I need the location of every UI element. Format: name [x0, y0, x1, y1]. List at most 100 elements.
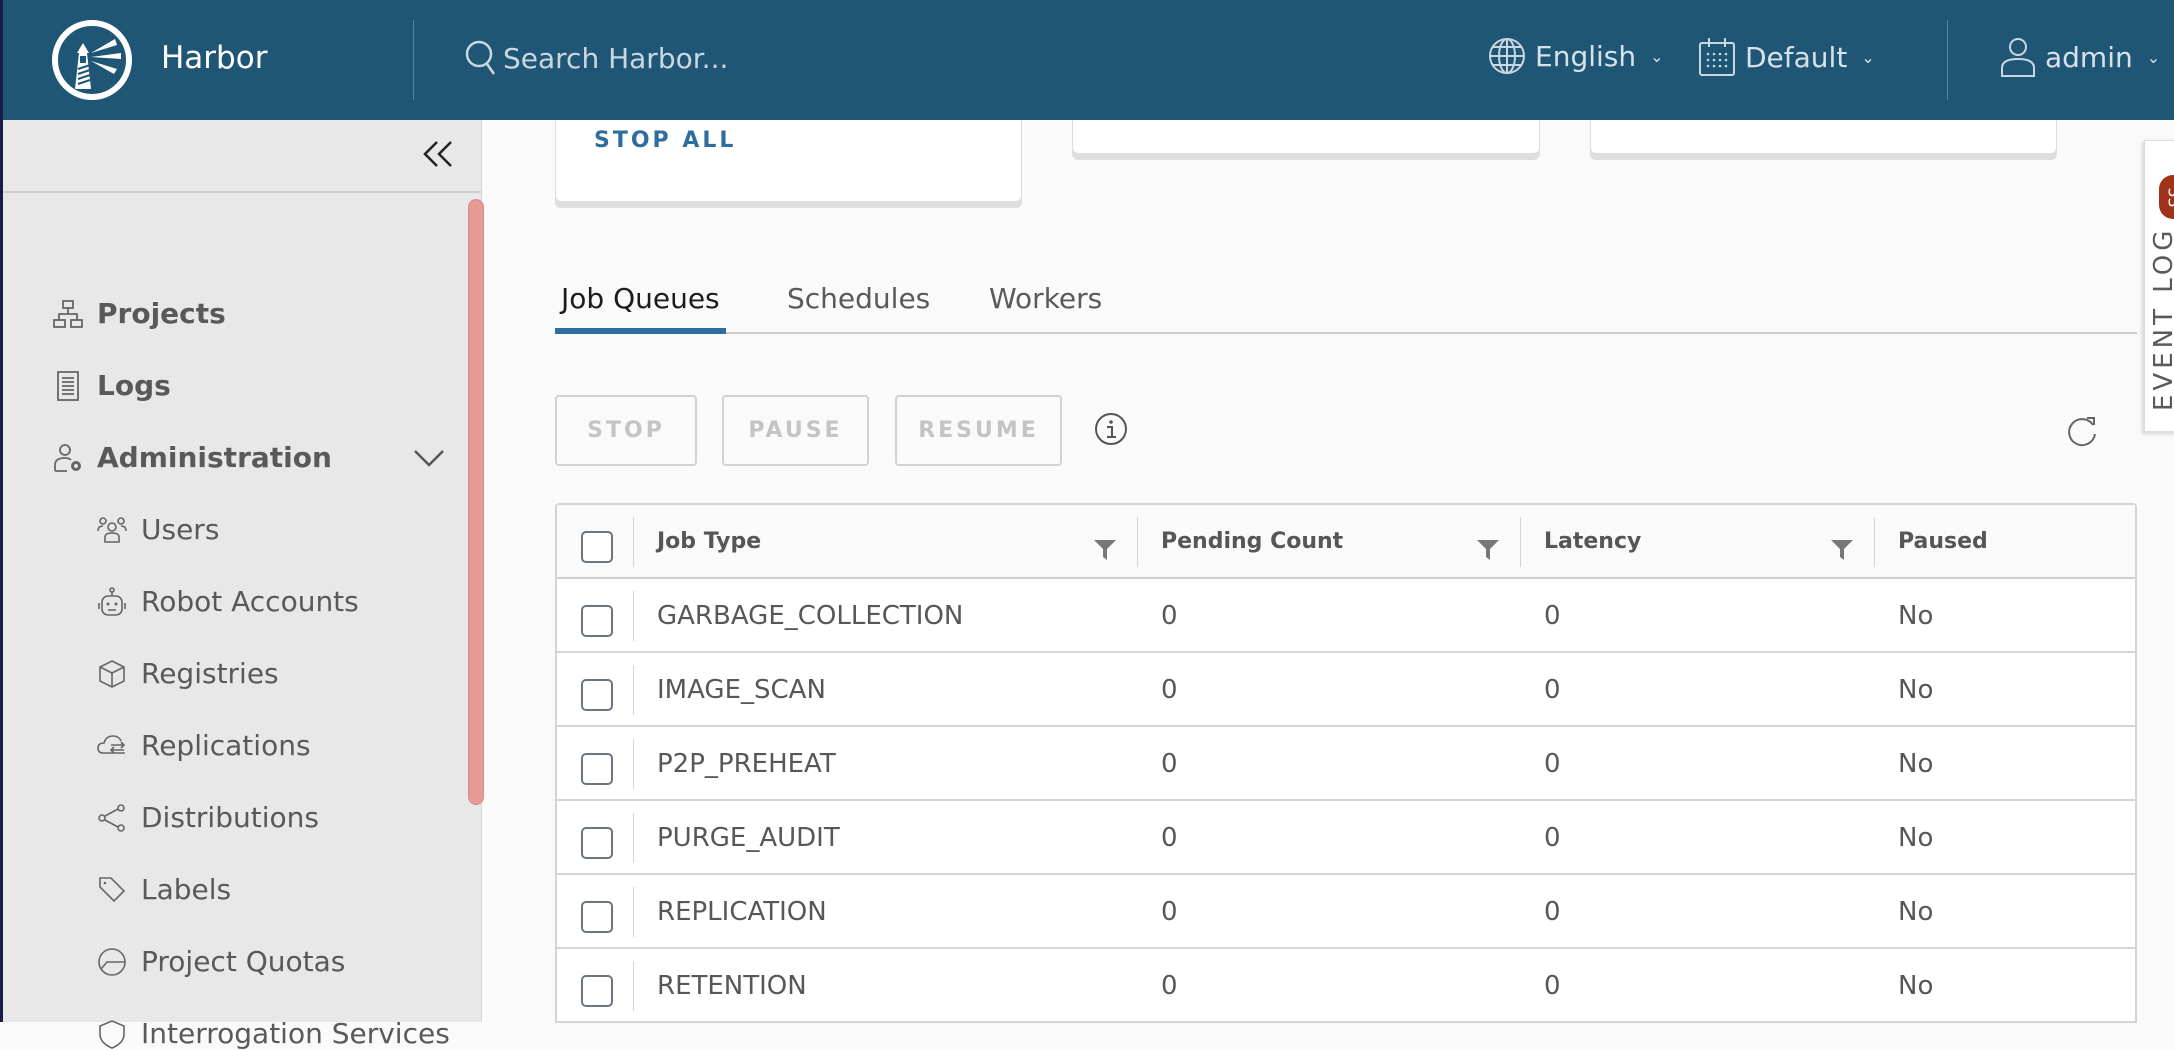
- stop-all-button[interactable]: STOP ALL: [594, 128, 736, 153]
- distributions-icon: [98, 803, 125, 832]
- sidebar-item-replications[interactable]: Replications: [97, 729, 311, 762]
- header-divider: [413, 20, 414, 100]
- sidebar-item-distributions[interactable]: Distributions: [97, 801, 319, 834]
- language-selector[interactable]: English ⌄: [1487, 36, 1664, 76]
- stop-button[interactable]: STOP: [555, 395, 697, 466]
- sidebar-item-users[interactable]: Users: [97, 513, 219, 546]
- filter-icon[interactable]: [1093, 537, 1117, 561]
- cell-latency: 0: [1544, 675, 1561, 705]
- brand-name: Harbor: [161, 40, 268, 76]
- row-checkbox[interactable]: [581, 975, 613, 1007]
- project-quotas-icon: [98, 947, 126, 976]
- column-divider: [633, 739, 634, 789]
- sidebar-item-labels[interactable]: Labels: [97, 873, 231, 906]
- cell-job-type: PURGE_AUDIT: [657, 823, 840, 853]
- column-header-latency[interactable]: Latency: [1544, 529, 1641, 554]
- row-checkbox[interactable]: [581, 827, 613, 859]
- user-menu[interactable]: admin ⌄: [1999, 36, 2160, 78]
- top-header: Harbor English ⌄ Default ⌄ admin ⌄: [0, 0, 2174, 120]
- cell-paused: No: [1898, 971, 1934, 1001]
- event-log-tab[interactable]: 33 EVENT LOG: [2144, 140, 2174, 432]
- filter-icon[interactable]: [1476, 537, 1500, 561]
- tab-workers[interactable]: Workers: [989, 282, 1102, 334]
- administration-icon: [54, 443, 81, 472]
- sidebar-item-project-quotas[interactable]: Project Quotas: [97, 945, 345, 978]
- column-header-pending-count[interactable]: Pending Count: [1161, 529, 1343, 554]
- resume-button[interactable]: RESUME: [895, 395, 1062, 466]
- sidebar-item-projects[interactable]: Projects: [53, 297, 226, 330]
- info-icon[interactable]: [1094, 412, 1128, 446]
- sidebar-item-registries[interactable]: Registries: [97, 657, 279, 690]
- sidebar-item-label: Registries: [141, 657, 279, 690]
- column-header-job-type[interactable]: Job Type: [657, 529, 761, 554]
- sidebar-item-label: Users: [141, 513, 220, 546]
- table-row[interactable]: REPLICATION 0 0 No: [557, 875, 2135, 949]
- job-tabs: Job Queues Schedules Workers: [555, 282, 2137, 334]
- sidebar-item-label: Robot Accounts: [141, 585, 359, 618]
- robot-icon: [98, 586, 126, 616]
- cell-pending-count: 0: [1161, 971, 1178, 1001]
- cell-pending-count: 0: [1161, 897, 1178, 927]
- worker-card: [1590, 120, 2057, 154]
- search-icon: [465, 40, 496, 75]
- row-checkbox[interactable]: [581, 605, 613, 637]
- chevron-down-icon[interactable]: [413, 448, 445, 468]
- sidebar-item-administration[interactable]: Administration: [53, 441, 332, 474]
- refresh-icon[interactable]: [2066, 414, 2100, 448]
- row-checkbox[interactable]: [581, 679, 613, 711]
- cell-latency: 0: [1544, 749, 1561, 779]
- global-search[interactable]: [463, 38, 903, 78]
- theme-label: Default: [1745, 40, 1848, 74]
- cell-job-type: P2P_PREHEAT: [657, 749, 836, 779]
- tab-job-queues[interactable]: Job Queues: [555, 282, 726, 334]
- table-row[interactable]: RETENTION 0 0 No: [557, 949, 2135, 1023]
- job-service-card: STOP ALL: [555, 120, 1022, 202]
- sidebar-item-label: Project Quotas: [141, 945, 346, 978]
- double-chevron-left-icon[interactable]: [419, 134, 459, 174]
- column-divider: [1137, 517, 1138, 567]
- harbor-logo-icon[interactable]: [51, 19, 133, 101]
- sidebar-scrollbar[interactable]: [468, 199, 484, 805]
- tab-schedules[interactable]: Schedules: [787, 282, 930, 334]
- search-input[interactable]: [503, 41, 903, 75]
- column-divider: [633, 813, 634, 863]
- cell-paused: No: [1898, 675, 1934, 705]
- cell-paused: No: [1898, 823, 1934, 853]
- sidebar-item-label: Distributions: [141, 801, 319, 834]
- cell-pending-count: 0: [1161, 749, 1178, 779]
- cell-latency: 0: [1544, 601, 1561, 631]
- table-row[interactable]: GARBAGE_COLLECTION 0 0 No: [557, 579, 2135, 653]
- sidebar: Projects Logs Administration Users Robot…: [0, 120, 484, 1050]
- cell-job-type: RETENTION: [657, 971, 807, 1001]
- column-divider: [1520, 517, 1521, 567]
- column-divider: [633, 591, 634, 641]
- event-count: 33: [2164, 186, 2174, 208]
- labels-icon: [99, 876, 126, 902]
- sidebar-item-label: Replications: [141, 729, 311, 762]
- sidebar-item-label: Administration: [97, 441, 332, 474]
- table-row[interactable]: PURGE_AUDIT 0 0 No: [557, 801, 2135, 875]
- job-queues-table: Job Type Pending Count Latency Paused GA…: [555, 503, 2137, 1023]
- table-row[interactable]: P2P_PREHEAT 0 0 No: [557, 727, 2135, 801]
- column-divider: [1874, 517, 1875, 567]
- sidebar-item-logs[interactable]: Logs: [53, 369, 171, 402]
- header-divider: [1947, 20, 1948, 100]
- replications-icon: [97, 734, 126, 754]
- filter-icon[interactable]: [1830, 537, 1854, 561]
- pause-button[interactable]: PAUSE: [722, 395, 869, 466]
- row-checkbox[interactable]: [581, 901, 613, 933]
- select-all-checkbox[interactable]: [581, 531, 613, 563]
- cell-pending-count: 0: [1161, 823, 1178, 853]
- cell-pending-count: 0: [1161, 675, 1178, 705]
- column-divider: [633, 665, 634, 715]
- chevron-down-icon: ⌄: [2146, 47, 2161, 67]
- table-row[interactable]: IMAGE_SCAN 0 0 No: [557, 653, 2135, 727]
- row-checkbox[interactable]: [581, 753, 613, 785]
- registries-icon: [99, 659, 125, 688]
- globe-icon: [1489, 38, 1525, 74]
- column-header-paused[interactable]: Paused: [1898, 529, 1988, 554]
- sidebar-item-robot-accounts[interactable]: Robot Accounts: [97, 585, 359, 618]
- sidebar-collapse-row: [3, 120, 481, 193]
- language-label: English: [1535, 39, 1637, 73]
- theme-selector[interactable]: Default ⌄: [1697, 36, 1875, 78]
